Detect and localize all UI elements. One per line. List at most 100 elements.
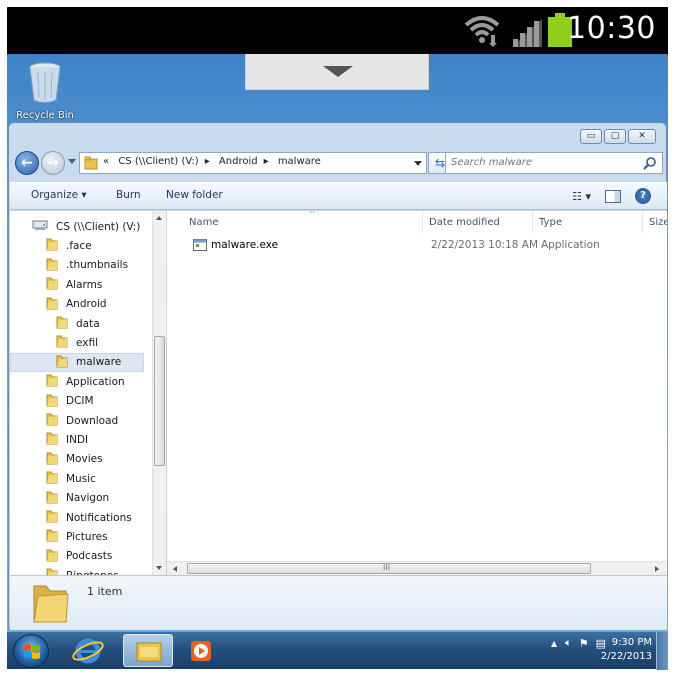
search-icon[interactable] <box>643 156 657 170</box>
breadcrumb-malware[interactable]: malware <box>278 156 321 167</box>
search-box[interactable] <box>445 152 663 174</box>
window-caption-buttons: ▭ ▢ ✕ <box>578 129 656 144</box>
forward-button[interactable]: → <box>41 151 65 175</box>
nav-item-label: Android <box>66 298 107 311</box>
taskbar-media-player[interactable] <box>177 634 227 667</box>
nav-item[interactable]: Ringtones <box>46 566 119 575</box>
folder-icon <box>46 490 58 507</box>
scroll-right-icon[interactable] <box>655 566 659 572</box>
column-header-date[interactable]: Date modified <box>423 211 533 233</box>
system-tray: ▲ 🔈︎ ⚑ ▤ <box>551 636 606 650</box>
android-status-bar: 10:30 <box>7 7 668 54</box>
file-name: malware.exe <box>211 239 279 251</box>
horizontal-scrollbar[interactable]: III <box>167 561 667 575</box>
nav-item[interactable]: Android <box>46 295 107 314</box>
nav-item-label: exfil <box>76 336 99 349</box>
nav-item[interactable]: Navigon <box>46 489 109 508</box>
new-folder-button[interactable]: New folder <box>166 189 223 201</box>
show-hidden-icons-icon[interactable]: ▲ <box>551 639 557 648</box>
help-icon[interactable]: ? <box>635 188 651 204</box>
nav-item-label: DCIM <box>66 395 94 408</box>
column-header-type[interactable]: Type <box>533 211 643 233</box>
nav-item[interactable]: malware <box>10 352 144 372</box>
preview-pane-icon[interactable] <box>605 189 621 203</box>
folder-icon <box>46 431 58 448</box>
column-header-name[interactable]: Name ^ <box>183 211 423 233</box>
nav-item[interactable]: .face <box>46 236 92 255</box>
nav-item-label: malware <box>76 356 122 369</box>
nav-item[interactable]: DCIM <box>46 392 94 411</box>
nav-item-label: INDI <box>66 433 89 446</box>
taskbar-windows-explorer[interactable] <box>123 634 173 667</box>
organize-button[interactable]: Organize ▾ <box>31 189 87 201</box>
folder-icon <box>46 412 58 429</box>
volume-icon[interactable]: 🔈︎ <box>565 636 572 650</box>
executable-file-icon <box>193 239 207 251</box>
folder-icon <box>46 296 58 313</box>
nav-item[interactable]: data <box>56 314 100 333</box>
scroll-left-icon[interactable] <box>173 566 177 572</box>
nav-item[interactable]: exfil <box>56 333 98 352</box>
nav-item[interactable]: INDI <box>46 430 88 449</box>
breadcrumb: « CS (\\Client) (V:) ▸ Android ▸ malware <box>103 156 327 167</box>
recycle-bin-desktop-icon[interactable]: Recycle Bin <box>12 60 78 121</box>
breadcrumb-drive[interactable]: CS (\\Client) (V:) <box>118 156 198 167</box>
nav-item[interactable]: Pictures <box>46 527 108 546</box>
status-time: 10:30 <box>567 11 656 46</box>
sort-arrow-icon: ^ <box>309 211 316 218</box>
folder-icon <box>46 509 58 526</box>
recent-pages-dropdown[interactable] <box>68 159 76 164</box>
nav-item[interactable]: Music <box>46 469 96 488</box>
address-dropdown-icon[interactable] <box>414 161 422 166</box>
folder-icon <box>56 315 68 332</box>
nav-item-label: Application <box>66 375 125 388</box>
details-pane: 1 item <box>10 575 667 630</box>
nav-item[interactable]: Application <box>46 372 125 391</box>
action-center-icon[interactable]: ⚑ <box>579 637 589 650</box>
navigation-scrollbar[interactable] <box>152 211 166 575</box>
breadcrumb-android[interactable]: Android <box>219 156 258 167</box>
scroll-up-icon[interactable] <box>156 216 162 220</box>
scroll-down-icon[interactable] <box>156 566 162 570</box>
close-button[interactable]: ✕ <box>628 129 656 144</box>
show-desktop-button[interactable] <box>656 632 668 670</box>
nav-item-label: Download <box>66 414 119 427</box>
back-button[interactable]: ← <box>15 151 39 175</box>
scrollbar-thumb[interactable] <box>154 336 165 466</box>
drive-icon <box>32 219 48 234</box>
nav-item[interactable]: Notifications <box>46 508 132 527</box>
change-view-icon[interactable]: ☷ ▾ <box>572 190 591 203</box>
folder-icon <box>46 528 58 545</box>
nav-item[interactable]: Download <box>46 411 118 430</box>
breadcrumb-separator-icon[interactable]: ▸ <box>264 156 269 167</box>
address-bar[interactable]: « CS (\\Client) (V:) ▸ Android ▸ malware <box>79 152 427 174</box>
nav-item-label: .face <box>66 239 92 252</box>
search-input[interactable] <box>451 157 631 168</box>
maximize-button[interactable]: ▢ <box>604 129 626 144</box>
folder-icon <box>46 276 58 293</box>
nav-item[interactable]: Podcasts <box>46 547 112 566</box>
column-date-label: Date modified <box>429 216 500 228</box>
burn-button[interactable]: Burn <box>116 189 141 201</box>
taskbar: ▲ 🔈︎ ⚑ ▤ 9:30 PM 2/22/2013 <box>7 631 668 670</box>
nav-item-label: .thumbnails <box>66 259 129 272</box>
minimize-button[interactable]: ▭ <box>580 129 602 144</box>
explorer-window: ▭ ▢ ✕ ← → « CS (\\Client) (V:) ▸ Android ▸… <box>8 122 667 630</box>
chevron-down-icon <box>323 66 353 77</box>
breadcrumb-separator-icon[interactable]: ▸ <box>205 156 210 167</box>
file-row[interactable]: malware.exe 2/22/2013 10:18 AM Applicati… <box>183 237 663 255</box>
taskbar-internet-explorer[interactable] <box>63 634 113 667</box>
nav-item[interactable]: Alarms <box>46 275 102 294</box>
internet-explorer-icon <box>72 638 104 664</box>
breadcrumb-overflow[interactable]: « <box>103 156 109 167</box>
recycle-bin-label: Recycle Bin <box>16 110 74 121</box>
start-button[interactable] <box>13 634 49 668</box>
pull-down-tab[interactable] <box>245 54 429 90</box>
column-name-label: Name <box>189 216 219 228</box>
nav-item[interactable]: Movies <box>46 450 103 469</box>
nav-item[interactable]: .thumbnails <box>46 256 128 275</box>
taskbar-clock[interactable]: 9:30 PM 2/22/2013 <box>601 636 652 664</box>
column-header-size[interactable]: Size <box>643 211 667 233</box>
folder-icon <box>46 393 58 410</box>
nav-item[interactable]: CS (\\Client) (V:) <box>32 217 140 236</box>
